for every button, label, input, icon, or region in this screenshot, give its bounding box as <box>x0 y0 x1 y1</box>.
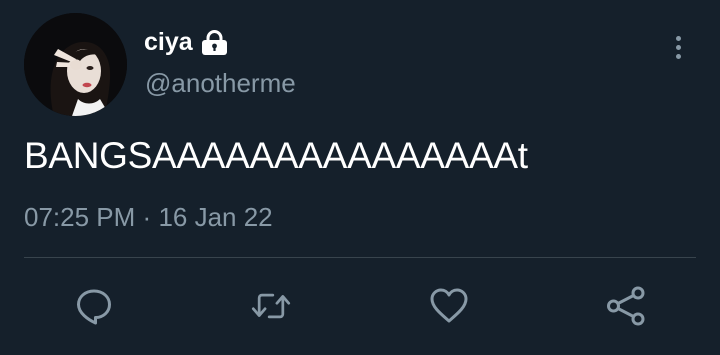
share-icon <box>607 286 645 326</box>
more-options-button[interactable] <box>664 30 692 64</box>
reply-icon <box>77 289 111 325</box>
display-name[interactable]: ciya <box>144 29 193 55</box>
meta-separator: · <box>142 202 152 232</box>
share-button[interactable] <box>606 286 646 326</box>
tweet-timestamp[interactable]: 07:25 PM · 16 Jan 22 <box>24 204 273 230</box>
more-vertical-icon <box>675 35 681 41</box>
user-name-row: ciya <box>144 24 228 60</box>
like-button[interactable] <box>429 286 469 326</box>
tweet-text: BANGSAAAAAAAAAAAAAAAt <box>24 135 528 176</box>
lock-icon <box>201 29 228 55</box>
avatar[interactable] <box>24 13 127 116</box>
tweet-date: 16 Jan 22 <box>158 202 273 232</box>
reply-button[interactable] <box>74 286 114 326</box>
tweet-time: 07:25 PM <box>24 202 136 232</box>
retweet-icon <box>251 293 291 319</box>
divider <box>24 257 696 258</box>
heart-icon <box>430 288 468 323</box>
user-handle[interactable]: @anotherme <box>145 70 296 96</box>
retweet-button[interactable] <box>251 286 291 326</box>
